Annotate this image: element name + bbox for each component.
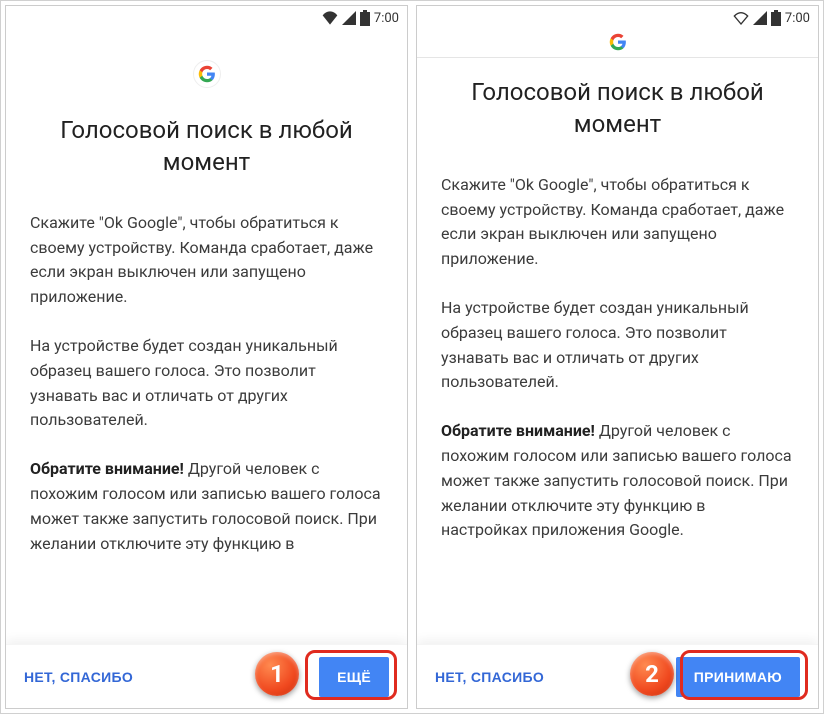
status-clock: 7:00 xyxy=(785,11,810,26)
paragraph-2: На устройстве будет создан уникальный об… xyxy=(441,296,794,395)
onboarding-content: Голосовой поиск в любой момент Скажите "… xyxy=(417,58,818,708)
screenshot-container: 7:00 Голосовой поиск в любой момент Скаж… xyxy=(0,0,824,714)
paragraph-3: Обратите внимание! Другой человек с похо… xyxy=(30,457,383,556)
attention-label: Обратите внимание! xyxy=(441,421,595,440)
more-button[interactable]: ЕЩЁ xyxy=(319,657,389,697)
phone-screen-1: 7:00 Голосовой поиск в любой момент Скаж… xyxy=(5,5,408,709)
onboarding-title: Голосовой поиск в любой момент xyxy=(30,114,383,179)
paragraph-1: Скажите "Ok Google", чтобы обратиться к … xyxy=(30,211,383,310)
battery-icon xyxy=(360,10,370,26)
cell-signal-icon xyxy=(342,11,356,25)
battery-icon xyxy=(771,10,781,26)
status-clock: 7:00 xyxy=(374,11,399,26)
phone-screen-2: 7:00 Голосовой поиск в любой момент Скаж… xyxy=(416,5,819,709)
paragraph-3: Обратите внимание! Другой человек с похо… xyxy=(441,419,794,543)
decline-button[interactable]: НЕТ, СПАСИБО xyxy=(24,669,133,685)
app-bar xyxy=(417,30,818,58)
onboarding-content: Голосовой поиск в любой момент Скажите "… xyxy=(6,30,407,708)
button-bar: НЕТ, СПАСИБО ЕЩЁ xyxy=(6,644,407,708)
status-bar: 7:00 xyxy=(6,6,407,30)
onboarding-title: Голосовой поиск в любой момент xyxy=(441,76,794,141)
google-logo-icon xyxy=(609,33,627,55)
onboarding-body: Скажите "Ok Google", чтобы обратиться к … xyxy=(30,211,383,581)
cell-signal-icon xyxy=(753,11,767,25)
decline-button[interactable]: НЕТ, СПАСИБО xyxy=(435,669,544,685)
paragraph-1: Скажите "Ok Google", чтобы обратиться к … xyxy=(441,173,794,272)
google-logo-icon xyxy=(193,60,221,88)
onboarding-body: Скажите "Ok Google", чтобы обратиться к … xyxy=(441,173,794,567)
paragraph-2: На устройстве будет создан уникальный об… xyxy=(30,334,383,433)
accept-button[interactable]: ПРИНИМАЮ xyxy=(676,657,800,697)
wifi-icon xyxy=(733,11,749,25)
status-bar: 7:00 xyxy=(417,6,818,30)
button-bar: НЕТ, СПАСИБО ПРИНИМАЮ xyxy=(417,644,818,708)
wifi-icon xyxy=(322,11,338,25)
attention-label: Обратите внимание! xyxy=(30,459,184,478)
